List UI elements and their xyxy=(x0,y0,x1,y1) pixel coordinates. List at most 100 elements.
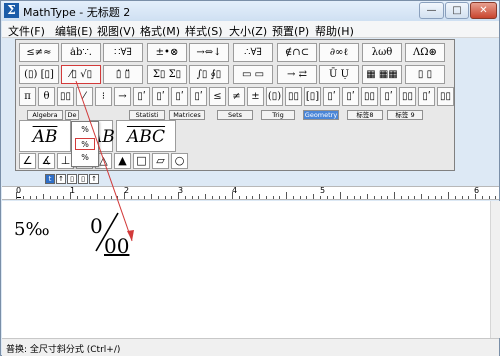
ruler-tick xyxy=(110,196,112,199)
small-bar-button-18[interactable]: ▯ʹ xyxy=(342,87,359,106)
labeled-arrow-templates-button[interactable]: → ⇄ xyxy=(277,65,317,84)
small-bar-button-17[interactable]: ▯ʹ xyxy=(323,87,340,106)
small-bar-button-21[interactable]: ▯▯ xyxy=(399,87,416,106)
equation-editor[interactable]: 5‰ 0 00 xyxy=(2,201,490,338)
tab-center-button[interactable]: ↑ xyxy=(56,174,66,184)
template-palette: ≤≠≈ ȧb∵. ∷∀∃ ±•⊗ →⇔↓ ∴∀∃ ∉∩⊂ ∂∞ℓ λωθ ΛΩ⊛… xyxy=(15,39,455,171)
bar-templates-button[interactable]: ▭ ▭ xyxy=(233,65,273,84)
greek-lowercase-button[interactable]: λωθ xyxy=(362,43,402,62)
menu-edit[interactable]: 编辑(E) xyxy=(55,23,93,39)
misc-symbols-button[interactable]: ∂∞ℓ xyxy=(319,43,359,62)
menu-style[interactable]: 样式(S) xyxy=(185,23,223,39)
menu-bar: 文件(F) 编辑(E) 视图(V) 格式(M) 样式(S) 大小(Z) 预置(P… xyxy=(2,21,499,38)
subscript-templates-button[interactable]: ▯̇ ▯̈ xyxy=(103,65,143,84)
small-bar-button-19[interactable]: ▯▯ xyxy=(361,87,378,106)
small-bar-button-3[interactable]: ▯▯ xyxy=(57,87,74,106)
summation-templates-button[interactable]: Σ▯ Σ▯ xyxy=(147,65,187,84)
products-templates-button[interactable]: Ū Ụ xyxy=(319,65,359,84)
full-size-slash-fraction-option[interactable]: % xyxy=(75,138,95,150)
circle-icon[interactable]: ○ xyxy=(171,153,188,169)
small-slash-fraction-option[interactable]: % xyxy=(75,152,95,164)
tab-matrices[interactable]: Matrices xyxy=(169,110,205,120)
filled-triangle-icon[interactable]: ▲ xyxy=(114,153,131,169)
ruler-tick xyxy=(333,196,335,199)
ruler[interactable]: 0 1 2 3 4 5 6 xyxy=(2,186,499,200)
fraction-radical-templates-button[interactable]: ⁄▯ √▯ xyxy=(61,65,101,84)
integral-templates-button[interactable]: ∫▯ ∮▯ xyxy=(189,65,229,84)
equation-text: 5‰ xyxy=(14,219,50,240)
tab-sets[interactable]: Sets xyxy=(217,110,253,120)
parallelogram-icon[interactable]: ▱ xyxy=(152,153,169,169)
vertical-scrollbar[interactable] xyxy=(490,201,500,338)
less-equal-button[interactable]: ≤ xyxy=(209,87,226,106)
relational-symbols-button[interactable]: ≤≠≈ xyxy=(19,43,59,62)
tab-decimal-button[interactable]: ↑ xyxy=(89,174,99,184)
pi-button[interactable]: π xyxy=(19,87,36,106)
plus-minus-button[interactable]: ± xyxy=(247,87,264,106)
menu-size[interactable]: 大小(Z) xyxy=(229,23,267,39)
small-bar-button-10[interactable]: ▯ʹ xyxy=(190,87,207,106)
small-bar-button-9[interactable]: ▯ʹ xyxy=(171,87,188,106)
menu-preferences[interactable]: 预置(P) xyxy=(272,23,309,39)
logical-symbols-button[interactable]: ∴∀∃ xyxy=(233,43,273,62)
brackets-button[interactable]: [▯] xyxy=(304,87,321,106)
fraction-button[interactable]: ⁄ xyxy=(76,87,93,106)
tab-relational-button[interactable]: ▯ xyxy=(78,174,88,184)
parentheses-button[interactable]: (▯) xyxy=(266,87,283,106)
menu-view[interactable]: 视图(V) xyxy=(97,23,135,39)
maximize-button[interactable]: □ xyxy=(445,2,469,19)
tab-statistics[interactable]: Statisti xyxy=(129,110,165,120)
tab-8[interactable]: 标签8 xyxy=(347,110,383,120)
ruler-tick xyxy=(475,194,476,199)
theta-button[interactable]: θ xyxy=(38,87,55,106)
minimize-button[interactable]: — xyxy=(419,2,444,19)
menu-help[interactable]: 帮助(H) xyxy=(315,23,354,39)
line-segment-template[interactable]: AB xyxy=(19,120,71,152)
angle-icon[interactable]: ∠ xyxy=(19,153,36,169)
ruler-tick xyxy=(481,196,483,199)
ruler-tick xyxy=(211,196,213,199)
menu-format[interactable]: 格式(M) xyxy=(140,23,180,39)
small-bar-button-23[interactable]: ▯▯ xyxy=(437,87,454,106)
tab-algebra[interactable]: Algebra xyxy=(27,110,63,120)
tab-left-button[interactable]: t xyxy=(45,174,55,184)
arc-template[interactable]: ABC xyxy=(116,120,176,152)
ruler-tick xyxy=(286,192,287,199)
ruler-tick xyxy=(137,196,139,199)
tab-right-button[interactable]: ▯ xyxy=(67,174,77,184)
menu-file[interactable]: 文件(F) xyxy=(8,23,45,39)
square-icon[interactable]: □ xyxy=(133,153,150,169)
small-bar-button-5[interactable]: ⁝ xyxy=(95,87,112,106)
arrow-symbols-button[interactable]: →⇔↓ xyxy=(189,43,229,62)
arrow-button[interactable]: → xyxy=(114,87,131,106)
tab-trig[interactable]: Trig xyxy=(261,110,295,120)
ruler-tick xyxy=(36,196,38,199)
ruler-tick xyxy=(218,196,220,199)
spaces-ellipses-button[interactable]: ȧb∵. xyxy=(61,43,101,62)
ruler-tick xyxy=(468,196,470,199)
greek-uppercase-button[interactable]: ΛΩ⊛ xyxy=(405,43,445,62)
small-bar-button-7[interactable]: ▯ʹ xyxy=(133,87,150,106)
small-bar-button-22[interactable]: ▯ʹ xyxy=(418,87,435,106)
embellishments-button[interactable]: ∷∀∃ xyxy=(103,43,143,62)
fence-templates-button[interactable]: (▯) [▯] xyxy=(19,65,59,84)
small-bar-button-15[interactable]: ▯▯ xyxy=(285,87,302,106)
ruler-tick xyxy=(272,196,274,199)
stacked-fraction-option[interactable]: % xyxy=(75,124,95,136)
small-bar-button-20[interactable]: ▯ʹ xyxy=(380,87,397,106)
small-bar-button-8[interactable]: ▯ʹ xyxy=(152,87,169,106)
not-equal-button[interactable]: ≠ xyxy=(228,87,245,106)
close-button[interactable]: ✕ xyxy=(470,2,497,19)
tab-9[interactable]: 标签 9 xyxy=(387,110,423,120)
box-templates-button[interactable]: ▯ ▯ xyxy=(405,65,445,84)
tab-geometry[interactable]: Geometry xyxy=(303,110,339,120)
ruler-tick xyxy=(29,196,31,199)
ruler-tick xyxy=(151,194,152,199)
ruler-tick xyxy=(441,196,443,199)
operator-symbols-button[interactable]: ±•⊗ xyxy=(147,43,187,62)
tab-de[interactable]: De xyxy=(65,110,79,120)
measured-angle-icon[interactable]: ∡ xyxy=(38,153,55,169)
ruler-tick xyxy=(97,194,98,199)
set-theory-button[interactable]: ∉∩⊂ xyxy=(277,43,317,62)
matrix-templates-button[interactable]: ▦ ▦▦ xyxy=(362,65,402,84)
